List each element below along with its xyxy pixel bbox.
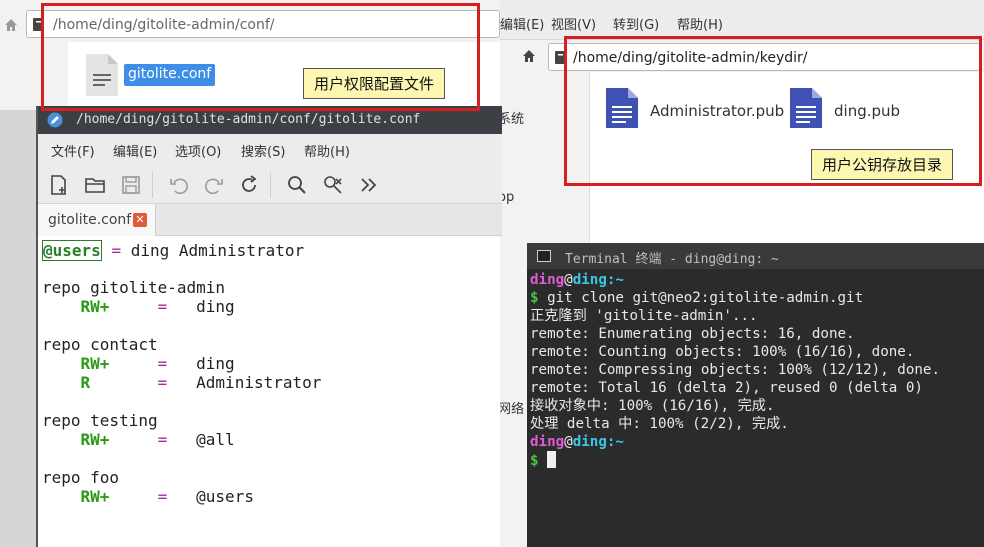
editor-toolbar bbox=[38, 164, 502, 204]
editor-tabbar: gitolite.conf ✕ bbox=[38, 204, 502, 236]
prompt-host: ding bbox=[572, 272, 607, 288]
code-line: R = Administrator bbox=[42, 373, 498, 392]
editor-menubar: 文件(F) 编辑(E) 选项(O) 搜索(S) 帮助(H) bbox=[38, 134, 502, 164]
conf-callout: 用户权限配置文件 bbox=[303, 68, 446, 99]
tab-label: gitolite.conf bbox=[48, 212, 132, 228]
search-icon[interactable] bbox=[286, 174, 308, 196]
window-title: /home/ding/gitolite-admin/conf/gitolite.… bbox=[76, 112, 421, 127]
code-line: RW+ = ding bbox=[42, 354, 498, 373]
terminal-icon bbox=[537, 250, 551, 262]
code-operator: = bbox=[111, 241, 122, 260]
code-operator: = bbox=[157, 354, 168, 373]
menu-edit[interactable]: 编辑(E) bbox=[113, 141, 157, 160]
prompt-line: ding@ding:~ bbox=[530, 271, 982, 289]
new-file-icon[interactable] bbox=[48, 174, 70, 196]
code-line: RW+ = ding bbox=[42, 297, 498, 316]
permission: R bbox=[80, 373, 91, 392]
code-operator: = bbox=[157, 487, 168, 506]
code-value: ding bbox=[196, 297, 235, 316]
code-line: repo foo bbox=[42, 468, 120, 487]
terminal-cursor bbox=[547, 451, 557, 468]
permission: RW+ bbox=[80, 487, 110, 506]
prompt-at: @ bbox=[564, 434, 573, 450]
editor-app-icon bbox=[47, 112, 63, 128]
permission: RW+ bbox=[80, 297, 110, 316]
prompt-path: :~ bbox=[606, 434, 624, 450]
menu-help[interactable]: 帮助(H) bbox=[677, 14, 723, 33]
go-to-line-icon[interactable] bbox=[358, 174, 380, 196]
code-line: repo testing bbox=[42, 411, 158, 430]
menu-options[interactable]: 选项(O) bbox=[175, 141, 221, 160]
menu-search[interactable]: 搜索(S) bbox=[241, 141, 285, 160]
code-line: repo gitolite-admin bbox=[42, 278, 226, 297]
terminal-title: Terminal 终端 - ding@ding: ~ bbox=[565, 252, 779, 267]
menubar: 编辑(E) 视图(V) 转到(G) 帮助(H) bbox=[498, 0, 984, 40]
menu-file[interactable]: 文件(F) bbox=[51, 141, 95, 160]
open-folder-icon[interactable] bbox=[84, 174, 106, 196]
menu-help[interactable]: 帮助(H) bbox=[304, 141, 350, 160]
prompt-line: ding@ding:~ bbox=[530, 433, 982, 451]
prompt-user: ding bbox=[530, 272, 565, 288]
prompt-dollar: $ bbox=[530, 453, 539, 469]
command-line: $ bbox=[530, 451, 982, 469]
terminal-output[interactable]: ding@ding:~ $ git clone git@neo2:gitolit… bbox=[530, 271, 982, 469]
command-line: $ git clone git@neo2:gitolite-admin.git bbox=[530, 289, 982, 307]
permission: RW+ bbox=[80, 354, 110, 373]
output-line: remote: Compressing objects: 100% (12/12… bbox=[530, 362, 940, 378]
code-line: RW+ = @all bbox=[42, 430, 498, 449]
prompt-host: ding bbox=[572, 434, 607, 450]
code-value: @users bbox=[196, 487, 254, 506]
code-area[interactable]: @users = ding Administrator repo gitolit… bbox=[42, 240, 498, 506]
code-operator: = bbox=[157, 297, 168, 316]
code-value: ding Administrator bbox=[130, 241, 305, 260]
home-icon[interactable] bbox=[4, 18, 18, 32]
keydir-callout: 用户公钥存放目录 bbox=[811, 149, 954, 180]
command-text: git clone git@neo2:gitolite-admin.git bbox=[538, 290, 864, 306]
text-editor-window: /home/ding/gitolite-admin/conf/gitolite.… bbox=[36, 106, 502, 547]
output-line: remote: Enumerating objects: 16, done. bbox=[530, 326, 855, 342]
code-operator: = bbox=[157, 430, 168, 449]
save-icon[interactable] bbox=[120, 174, 142, 196]
output-line: 正克隆到 'gitolite-admin'... bbox=[530, 308, 758, 324]
permission: RW+ bbox=[80, 430, 110, 449]
code-line: @users = ding Administrator bbox=[42, 240, 498, 261]
output-line: 接收对象中: 100% (16/16), 完成. bbox=[530, 398, 775, 414]
code-operator: = bbox=[157, 373, 168, 392]
menu-view[interactable]: 视图(V) bbox=[551, 14, 596, 33]
side-item-network[interactable]: 网络 bbox=[498, 398, 524, 417]
find-replace-icon[interactable] bbox=[322, 174, 344, 196]
code-value: @all bbox=[196, 430, 235, 449]
code-value: ding bbox=[196, 354, 235, 373]
output-line: 处理 delta 中: 100% (2/2), 完成. bbox=[530, 416, 789, 432]
output-line: remote: Total 16 (delta 2), reused 0 (de… bbox=[530, 380, 923, 396]
toolbar-separator bbox=[152, 172, 153, 198]
reload-icon[interactable] bbox=[238, 174, 260, 196]
code-line: repo contact bbox=[42, 335, 158, 354]
code-value: Administrator bbox=[196, 373, 322, 392]
code-line: RW+ = @users bbox=[42, 487, 498, 506]
prompt-path: :~ bbox=[606, 272, 624, 288]
group-keyword: @users bbox=[42, 240, 102, 261]
redo-icon[interactable] bbox=[203, 174, 225, 196]
tab-gitolite-conf[interactable]: gitolite.conf ✕ bbox=[38, 204, 156, 236]
prompt-user: ding bbox=[530, 434, 565, 450]
terminal-window: Terminal 终端 - ding@ding: ~ ding@ding:~ $… bbox=[527, 243, 984, 547]
output-line: remote: Counting objects: 100% (16/16), … bbox=[530, 344, 915, 360]
prompt-at: @ bbox=[564, 272, 573, 288]
menu-go[interactable]: 转到(G) bbox=[613, 14, 659, 33]
menu-edit[interactable]: 编辑(E) bbox=[500, 14, 544, 33]
home-icon[interactable] bbox=[522, 49, 536, 63]
close-icon[interactable]: ✕ bbox=[133, 213, 147, 227]
undo-icon[interactable] bbox=[168, 174, 190, 196]
toolbar-separator bbox=[270, 172, 271, 198]
prompt-dollar: $ bbox=[530, 290, 539, 306]
terminal-titlebar[interactable]: Terminal 终端 - ding@ding: ~ bbox=[527, 243, 984, 269]
